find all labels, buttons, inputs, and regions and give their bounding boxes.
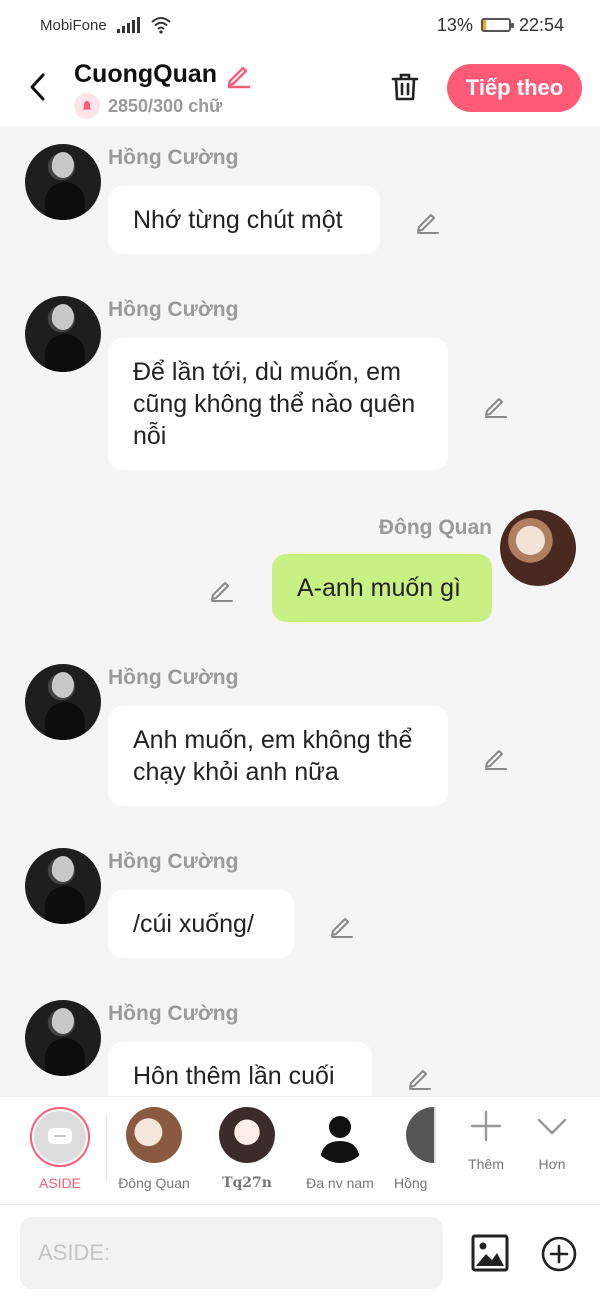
back-button[interactable] [22,70,52,104]
sender-name: Hồng Cường [108,666,239,689]
page-title: CuongQuan [74,60,218,88]
plus-icon [470,1110,502,1142]
image-button[interactable] [470,1233,510,1273]
chat-area[interactable]: Hồng Cường Nhớ từng chút một Hồng Cường … [0,126,600,1096]
avatar [126,1107,182,1163]
trash-icon [391,73,419,101]
avatar[interactable] [25,664,101,740]
battery-percent: 13% [436,14,473,35]
header: CuongQuan 2850/300 chữ Tiếp theo [0,50,600,126]
word-count: 2850/300 chữ [108,95,223,116]
message-input[interactable] [20,1217,443,1289]
battery-icon [480,18,514,32]
delete-button[interactable] [386,68,424,106]
signal-icon [116,17,140,33]
person-silhouette-icon [312,1107,368,1163]
clock: 22:54 [518,14,564,35]
character-bar: ASIDE Đông Quan Tq27n Đa nv nam Hồng Thê… [0,1096,600,1204]
character-dong-quan[interactable]: Đông Quan [109,1107,199,1191]
input-bar [0,1204,600,1300]
title-row: CuongQuan [74,60,253,89]
chevron-left-icon [30,73,45,101]
character-aside[interactable]: ASIDE [15,1107,105,1191]
next-button[interactable]: Tiếp theo [447,64,582,112]
edit-message-icon[interactable] [406,1064,434,1092]
status-right: 13% 22:54 [437,15,564,36]
avatar[interactable] [25,296,101,372]
chat-bubble-icon [34,1111,86,1163]
character-tq27n[interactable]: Tq27n [202,1107,292,1191]
title-block: CuongQuan 2850/300 chữ [74,60,253,119]
avatar[interactable] [25,1000,101,1076]
status-left: MobiFone [40,16,172,34]
sender-name: Hồng Cường [108,298,239,321]
edit-message-icon[interactable] [208,576,236,604]
plus-circle-icon [541,1236,577,1272]
status-bar: MobiFone 13% 22:54 [0,0,600,50]
battery-fill [482,20,487,30]
message-bubble[interactable]: Để lần tới, dù muốn, em cũng không thể n… [108,338,448,470]
message-bubble[interactable]: Nhớ từng chút một [108,186,380,254]
chevron-down-icon [537,1118,567,1135]
character-label: Tq27n [222,1175,272,1191]
avatar[interactable] [500,510,576,586]
edit-message-icon[interactable] [414,208,442,236]
add-button[interactable] [540,1235,578,1273]
wifi-icon [151,17,171,34]
edit-message-icon[interactable] [482,392,510,420]
message-bubble[interactable]: Hôn thêm lần cuối [108,1042,372,1096]
edit-message-icon[interactable] [328,912,356,940]
character-label: Hồng [394,1175,428,1191]
sender-name: Đông Quan [378,516,492,539]
message-bubble[interactable]: A-anh muốn gì [272,554,492,622]
avatar [406,1107,436,1163]
edit-title-icon[interactable] [225,61,253,89]
divider [106,1115,107,1181]
message-bubble[interactable]: /cúi xuống/ [108,890,294,958]
image-icon [471,1234,509,1272]
more-button[interactable]: Hơn [522,1109,582,1172]
add-character-button[interactable]: Thêm [456,1109,516,1172]
carrier-name: MobiFone [40,16,107,34]
word-count-row: 2850/300 chữ [74,93,253,119]
avatar [219,1107,275,1163]
sender-name: Hồng Cường [108,146,239,169]
message-bubble[interactable]: Anh muốn, em không thể chạy khỏi anh nữa [108,706,448,806]
character-label: Đông Quan [118,1175,190,1191]
character-label: ASIDE [38,1175,81,1191]
avatar[interactable] [25,144,101,220]
character-hong[interactable]: Hồng [384,1107,436,1191]
character-label: Đa nv nam [306,1175,374,1191]
more-label: Hơn [538,1156,566,1172]
edit-message-icon[interactable] [482,744,510,772]
bell-icon [74,93,100,119]
aside-avatar [30,1107,90,1167]
sender-name: Hồng Cường [108,850,239,873]
avatar[interactable] [25,848,101,924]
add-label: Thêm [468,1156,504,1172]
sender-name: Hồng Cường [108,1002,239,1025]
character-da-nv-nam[interactable]: Đa nv nam [295,1107,385,1191]
